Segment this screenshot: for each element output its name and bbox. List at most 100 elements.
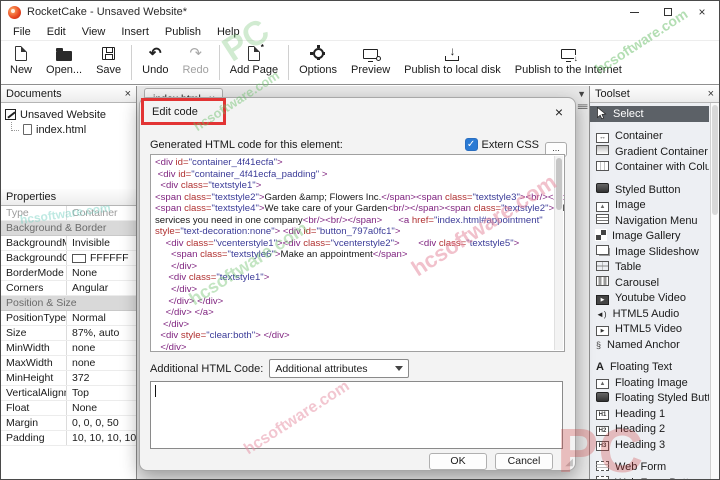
- toolset-item-floating-text[interactable]: A Floating Text: [590, 360, 709, 376]
- toolset-item-image-slideshow[interactable]: Image Slideshow: [590, 244, 709, 260]
- toolset-item-heading-1[interactable]: H1 Heading 1: [590, 406, 709, 422]
- resize-grip[interactable]: ◢: [565, 458, 573, 468]
- property-value[interactable]: Container: [67, 206, 136, 220]
- property-value[interactable]: Invisible: [67, 236, 136, 250]
- table-icon: [596, 260, 609, 274]
- menu-item-help[interactable]: Help: [209, 23, 248, 40]
- property-value[interactable]: 372: [67, 371, 136, 385]
- open-button[interactable]: Open...: [39, 41, 89, 84]
- toolset-item-heading-2[interactable]: H2 Heading 2: [590, 422, 709, 438]
- property-section-header: Position & Size: [1, 296, 136, 311]
- property-row: BackgroundColorFFFFFF: [1, 251, 136, 266]
- menu-item-edit[interactable]: Edit: [39, 23, 74, 40]
- dialog-close-icon[interactable]: ×: [555, 105, 563, 119]
- documents-panel-header: Documents ×: [1, 86, 136, 103]
- menu-item-file[interactable]: File: [5, 23, 39, 40]
- list-icon[interactable]: ≡≡: [577, 102, 588, 113]
- property-value[interactable]: Angular: [67, 281, 136, 295]
- code-segment: <div: [160, 180, 181, 192]
- code-scrollbar-thumb[interactable]: [556, 158, 562, 210]
- toolset-item-floating-image[interactable]: ▲ Floating Image: [590, 375, 709, 391]
- menu-item-insert[interactable]: Insert: [113, 23, 157, 40]
- minimize-button[interactable]: [617, 1, 651, 23]
- property-value[interactable]: none: [67, 341, 136, 355]
- publish-to-the-internet-button[interactable]: ↓ Publish to the Internet: [508, 41, 629, 84]
- property-value[interactable]: FFFFFF: [67, 251, 136, 265]
- options-button[interactable]: Options: [292, 41, 344, 84]
- toolset-item-table[interactable]: Table: [590, 260, 709, 276]
- folder-icon: [56, 44, 73, 62]
- toolset-item-image[interactable]: ▲ Image: [590, 198, 709, 214]
- redo-button[interactable]: ↷ Redo: [175, 41, 215, 84]
- toolset-item-html5-audio[interactable]: ◄) HTML5 Audio: [590, 306, 709, 322]
- code-segment: <span: [415, 191, 446, 203]
- property-value[interactable]: None: [67, 266, 136, 280]
- toolset-item-label: Carousel: [615, 276, 660, 289]
- toolset-item-select[interactable]: Select: [590, 106, 709, 122]
- toolset-item-styled-button[interactable]: Styled Button: [590, 182, 709, 198]
- property-value[interactable]: Top: [67, 386, 136, 400]
- chevron-down-icon: [395, 366, 404, 371]
- toolset-item-navigation-menu[interactable]: Navigation Menu: [590, 213, 709, 229]
- toolset-panel-header: Toolset ×: [590, 86, 719, 103]
- preview-button[interactable]: Preview: [344, 41, 397, 84]
- code-segment: > <div: [274, 226, 304, 238]
- toolset-item-container-with-columns[interactable]: Container with Columns: [590, 160, 709, 176]
- ok-button[interactable]: OK: [429, 453, 487, 470]
- generated-code-box[interactable]: <div id="container_4f41ecfa"> <div id="c…: [150, 154, 565, 352]
- property-value[interactable]: Normal: [67, 311, 136, 325]
- undo-button[interactable]: ↶ Undo: [135, 41, 175, 84]
- attributes-dropdown[interactable]: Additional attributes: [269, 359, 410, 378]
- toolset-item-heading-3[interactable]: H3 Heading 3: [590, 437, 709, 453]
- anchor-icon: §: [596, 339, 602, 350]
- toolset-item-container[interactable]: ↔ Container: [590, 129, 709, 145]
- maximize-button[interactable]: [651, 1, 685, 23]
- page-icon: [15, 44, 27, 62]
- code-scrollbar[interactable]: [554, 156, 563, 350]
- menu-item-view[interactable]: View: [74, 23, 114, 40]
- menu-item-publish[interactable]: Publish: [157, 23, 209, 40]
- publish-to-local-disk-button[interactable]: ↓ Publish to local disk: [397, 41, 508, 84]
- code-segment: class=: [184, 203, 212, 215]
- toolset-item-floating-styled-button[interactable]: Floating Styled Button: [590, 391, 709, 407]
- cancel-button[interactable]: Cancel: [495, 453, 553, 470]
- code-segment: <br/>: [325, 214, 348, 226]
- pubdisk-icon: ↓: [445, 44, 460, 62]
- tree-item-index[interactable]: index.html: [11, 122, 132, 137]
- code-segment: <span: [155, 191, 185, 203]
- dialog-title: Edit code: [152, 106, 198, 118]
- toolset-item-image-gallery[interactable]: Image Gallery: [590, 228, 709, 245]
- toolset-item-gradient-container[interactable]: Gradient Container: [590, 144, 709, 160]
- toolset-item-web-form[interactable]: Web Form: [590, 460, 709, 476]
- tree-item-website[interactable]: Unsaved Website: [5, 107, 132, 122]
- add-page-button[interactable]: * Add Page: [223, 41, 285, 84]
- save-button[interactable]: Save: [89, 41, 128, 84]
- code-segment: "clear:both": [206, 330, 256, 342]
- property-row: Type Container: [1, 206, 136, 221]
- property-value[interactable]: none: [67, 356, 136, 370]
- toolset-close-icon[interactable]: ×: [708, 88, 714, 100]
- toolset-item-youtube-video[interactable]: ▶ Youtube Video: [590, 291, 709, 307]
- toolset-item-named-anchor[interactable]: § Named Anchor: [590, 337, 709, 353]
- chevron-down-icon[interactable]: ▼: [577, 89, 586, 99]
- close-button[interactable]: ×: [685, 1, 719, 23]
- property-value[interactable]: 10, 10, 10, 10: [67, 431, 136, 445]
- toolset-item-html5-video[interactable]: ▶ HTML5 Video: [590, 322, 709, 338]
- property-value[interactable]: None: [67, 401, 136, 415]
- toolset-scrollbar-thumb[interactable]: [712, 105, 718, 215]
- webformbtn-icon: [596, 476, 609, 479]
- additional-code-textarea[interactable]: [150, 381, 563, 449]
- code-segment: > </div>: [255, 330, 290, 342]
- extern-css-checkbox[interactable]: ✓: [464, 138, 478, 151]
- property-value[interactable]: 0, 0, 0, 50: [67, 416, 136, 430]
- toolset-scrollbar[interactable]: [710, 103, 719, 479]
- new-button[interactable]: New: [3, 41, 39, 84]
- code-segment: style=: [180, 330, 207, 342]
- toolset-item-web-form-button[interactable]: Web Form Button: [590, 475, 709, 479]
- minimize-icon: [629, 11, 639, 13]
- property-value[interactable]: 87%, auto: [67, 326, 136, 340]
- documents-close-icon[interactable]: ×: [125, 88, 131, 100]
- toolset-item-carousel[interactable]: Carousel: [590, 275, 709, 291]
